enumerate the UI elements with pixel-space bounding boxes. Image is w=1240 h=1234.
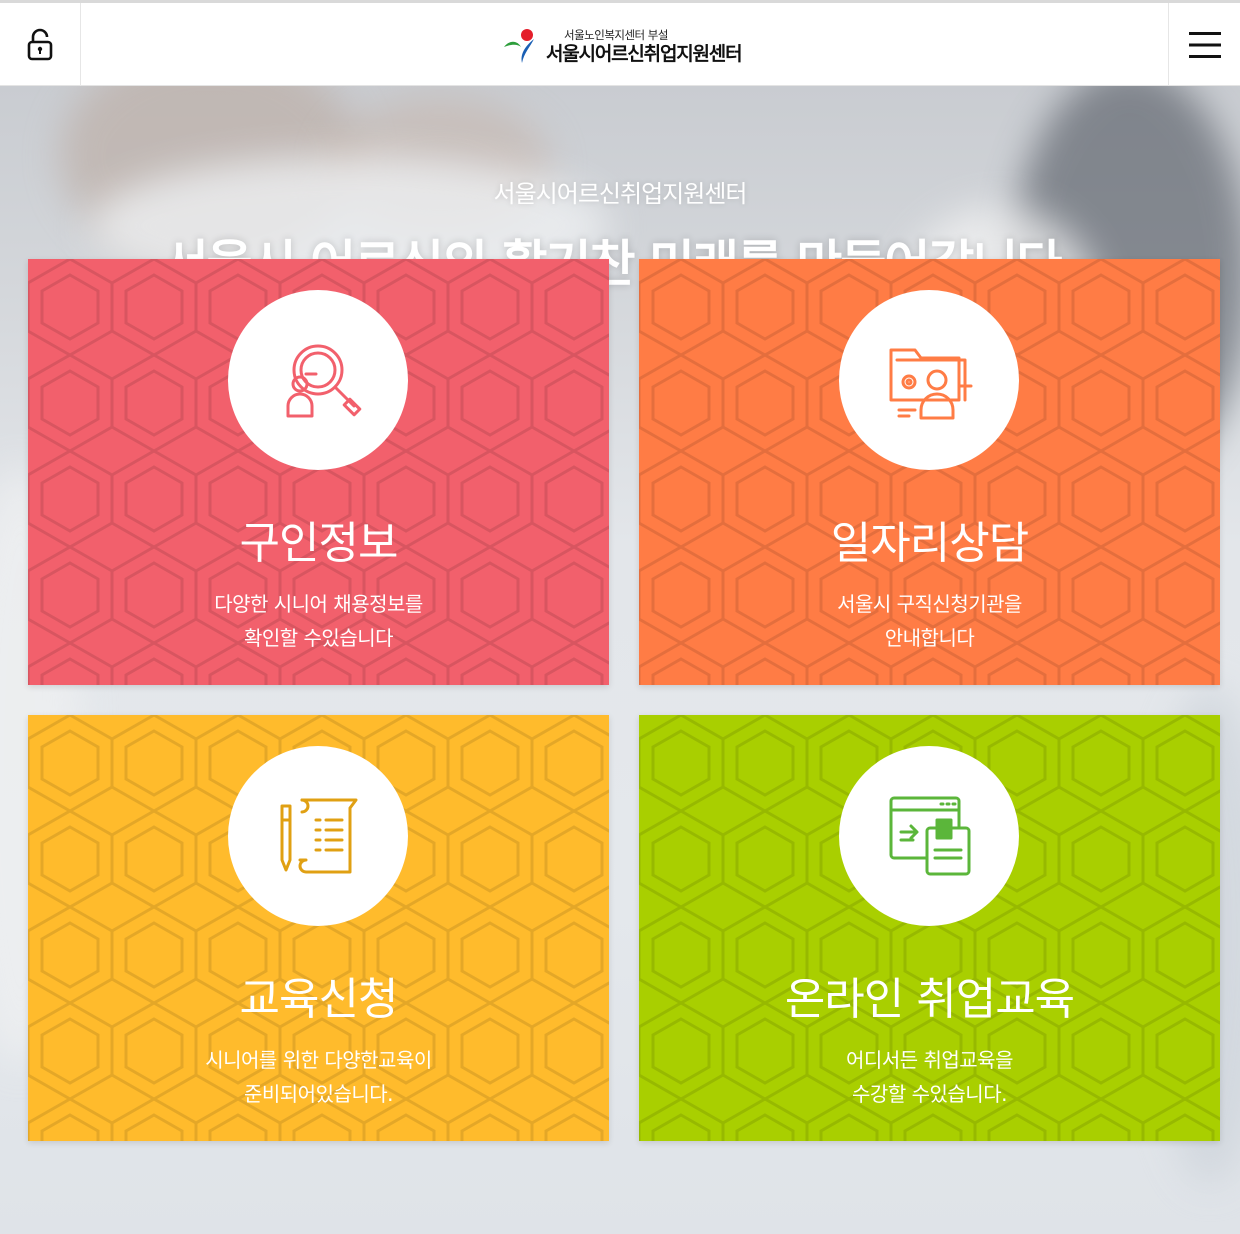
card-title: 교육신청 (239, 974, 399, 1025)
card-description: 서울시 구직신청기관을 안내합니다 (639, 587, 1220, 655)
card-title: 온라인 취업교육 (784, 974, 1075, 1025)
menu-button[interactable] (1168, 3, 1240, 86)
card-desc-line: 다양한 시니어 채용정보를 (214, 592, 423, 616)
card-description: 어디서든 취업교육을 수강할 수있습니다. (639, 1043, 1220, 1111)
logo-subtitle: 서울노인복지센터 부설 (564, 27, 668, 42)
card-desc-line: 서울시 구직신청기관을 (837, 592, 1022, 616)
seoul-logo-icon (504, 29, 534, 63)
card-desc-line: 확인할 수있습니다 (243, 626, 394, 650)
login-button[interactable] (0, 3, 81, 86)
lock-open-icon (27, 28, 53, 60)
site-header: 서울노인복지센터 부설 서울시어르신취업지원센터 (0, 0, 1240, 86)
card-title: 일자리상담 (830, 518, 1029, 569)
consulting-folder-icon (889, 348, 973, 420)
card-job-consulting[interactable]: 일자리상담 서울시 구직신청기관을 안내합니다 (639, 259, 1220, 685)
card-desc-line: 시니어를 위한 다양한교육이 (205, 1048, 432, 1072)
job-search-icon (286, 344, 362, 418)
pen-document-icon (280, 798, 358, 874)
card-description: 시니어를 위한 다양한교육이 준비되어있습니다. (28, 1043, 609, 1111)
card-icon-circle (839, 746, 1019, 926)
card-desc-line: 준비되어있습니다. (243, 1082, 394, 1106)
card-desc-line: 수강할 수있습니다. (852, 1082, 1007, 1106)
card-online-education[interactable]: 온라인 취업교육 어디서든 취업교육을 수강할 수있습니다. (639, 715, 1220, 1141)
card-education-apply[interactable]: 교육신청 시니어를 위한 다양한교육이 준비되어있습니다. (28, 715, 609, 1141)
card-icon-circle (228, 746, 408, 926)
logo-title: 서울시어르신취업지원센터 (546, 42, 743, 65)
card-desc-line: 어디서든 취업교육을 (846, 1048, 1013, 1072)
card-icon-circle (839, 290, 1019, 470)
hero-subtitle: 서울시어르신취업지원센터 (493, 180, 748, 208)
card-title: 구인정보 (239, 518, 399, 569)
site-logo[interactable]: 서울노인복지센터 부설 서울시어르신취업지원센터 (500, 23, 760, 69)
card-icon-circle (228, 290, 408, 470)
card-desc-line: 안내합니다 (884, 626, 975, 650)
online-course-icon (889, 796, 971, 876)
hamburger-menu-icon (1188, 31, 1221, 58)
card-description: 다양한 시니어 채용정보를 확인할 수있습니다 (28, 587, 609, 655)
card-job-info[interactable]: 구인정보 다양한 시니어 채용정보를 확인할 수있습니다 (28, 259, 609, 685)
